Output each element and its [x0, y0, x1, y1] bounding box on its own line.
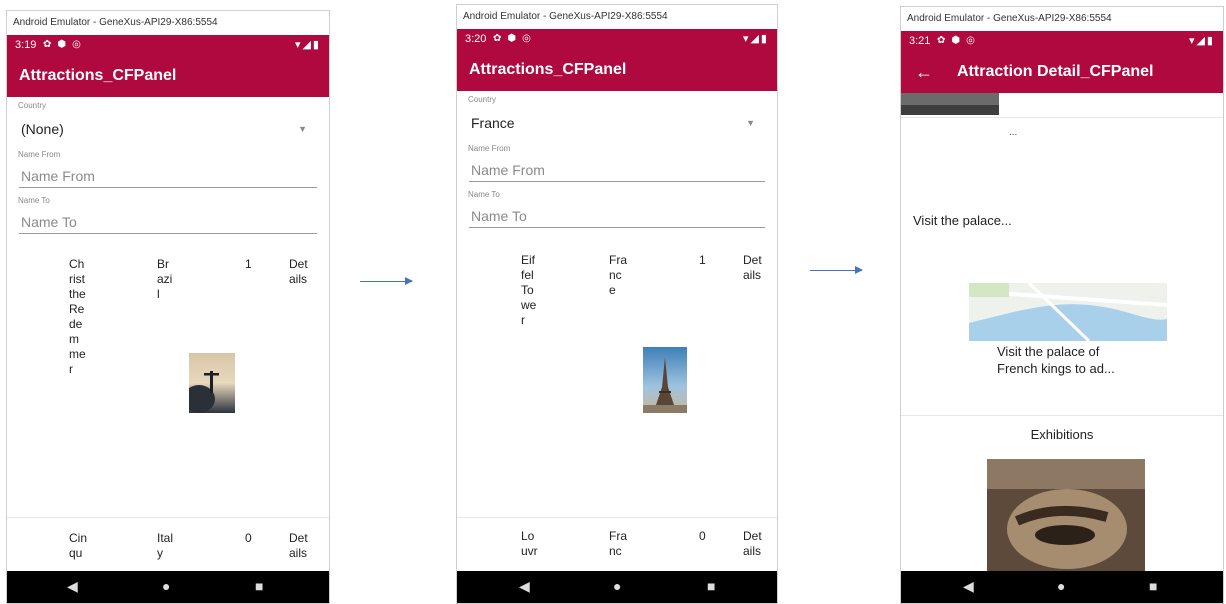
exhibition-photo: [987, 459, 1145, 571]
page-title: Attraction Detail_CFPanel: [957, 63, 1154, 80]
attraction-country: Ital y: [157, 531, 174, 560]
attraction-name: Eif fel To we r: [521, 253, 537, 327]
shield-icon: ⬢: [507, 33, 523, 44]
country-value: France: [471, 115, 515, 131]
home-nav-icon[interactable]: ●: [162, 578, 170, 594]
recents-nav-icon[interactable]: ■: [1149, 578, 1157, 594]
section-divider: [901, 415, 1223, 416]
shield-icon: ⬢: [951, 35, 967, 46]
name-to-label: Name To: [468, 190, 500, 199]
dropdown-caret-icon: ▼: [298, 124, 307, 134]
clock: 3:21: [909, 35, 931, 47]
attraction-name: Lo uvr: [521, 529, 538, 558]
name-from-label: Name From: [468, 144, 511, 153]
clock: 3:20: [465, 33, 487, 45]
status-bar: 3:19 ✿⬢◎ ▾◢▮: [7, 35, 329, 55]
location-map[interactable]: [969, 283, 1167, 341]
details-link[interactable]: Det ails: [743, 253, 762, 283]
section-title: Exhibitions: [1030, 427, 1094, 442]
attraction-name: Ch rist the Re de m me r: [69, 257, 86, 376]
attraction-country: Fra nc: [609, 529, 627, 558]
row-divider: [7, 517, 329, 518]
country-select[interactable]: France ▼: [471, 110, 765, 136]
signal-battery-icons: ▾◢▮: [294, 39, 321, 51]
name-to-input[interactable]: Name To: [469, 201, 765, 228]
page-title: Attractions_CFPanel: [19, 67, 177, 84]
details-link[interactable]: Det ails: [289, 531, 308, 561]
status-bar: 3:20 ✿⬢◎ ▾◢▮: [457, 29, 777, 49]
gear-icon: ✿: [43, 39, 58, 50]
recents-nav-icon[interactable]: ■: [255, 578, 263, 594]
sync-icon: ◎: [522, 33, 537, 44]
gear-icon: ✿: [937, 35, 952, 46]
attraction-count: 0: [699, 529, 706, 543]
sync-icon: ◎: [72, 39, 87, 50]
attraction-photo: [189, 353, 235, 413]
app-bar: Attractions_CFPanel: [7, 55, 329, 97]
status-icons: ✿⬢◎: [43, 35, 87, 55]
attraction-count: 1: [699, 253, 706, 267]
description-short: Visit the palace...: [913, 213, 1012, 228]
name-to-label: Name To: [18, 196, 50, 205]
app-bar: Attractions_CFPanel: [457, 49, 777, 91]
page-title: Attractions_CFPanel: [469, 61, 627, 78]
country-label: Country: [18, 101, 47, 110]
ellipsis-text: ...: [1009, 127, 1018, 138]
status-icons: ✿⬢◎: [937, 31, 981, 51]
attraction-country: Fra nc e: [609, 253, 627, 297]
country-value: (None): [21, 121, 64, 137]
window-title: Android Emulator - GeneXus-API29-X86:555…: [901, 7, 1223, 31]
section-divider: [901, 117, 1223, 118]
home-nav-icon[interactable]: ●: [1057, 578, 1065, 594]
back-nav-icon[interactable]: ◀: [519, 578, 530, 595]
nav-bar: ◀ ● ■: [901, 571, 1223, 603]
details-link[interactable]: Det ails: [289, 257, 308, 287]
app-bar: ← Attraction Detail_CFPanel: [901, 51, 1223, 93]
emulator-window-1: Android Emulator - GeneXus-API29-X86:555…: [6, 10, 330, 604]
status-icons: ✿⬢◎: [493, 29, 537, 49]
attraction-country: Br azi l: [157, 257, 173, 301]
nav-bar: ◀ ● ■: [7, 571, 329, 603]
row-divider: [457, 517, 777, 518]
attraction-photo: [901, 93, 999, 115]
country-label: Country: [468, 95, 497, 104]
dropdown-caret-icon: ▼: [746, 118, 755, 128]
name-from-label: Name From: [18, 150, 61, 159]
window-title: Android Emulator - GeneXus-API29-X86:555…: [7, 11, 329, 35]
back-nav-icon[interactable]: ◀: [963, 578, 974, 595]
signal-battery-icons: ▾◢▮: [1188, 35, 1215, 47]
attraction-count: 1: [245, 257, 252, 271]
map-caption: Visit the palace of French kings to ad..…: [997, 344, 1115, 376]
clock: 3:19: [15, 39, 37, 51]
signal-battery-icons: ▾◢▮: [742, 33, 769, 45]
attraction-name: Cin qu: [69, 531, 88, 560]
sync-icon: ◎: [966, 35, 981, 46]
country-select[interactable]: (None) ▼: [21, 116, 317, 142]
attraction-count: 0: [245, 531, 252, 545]
recents-nav-icon[interactable]: ■: [707, 578, 715, 594]
attraction-photo: [643, 347, 687, 413]
window-title: Android Emulator - GeneXus-API29-X86:555…: [457, 5, 777, 29]
back-nav-icon[interactable]: ◀: [67, 578, 78, 595]
name-to-input[interactable]: Name To: [19, 207, 317, 234]
emulator-window-2: Android Emulator - GeneXus-API29-X86:555…: [456, 4, 778, 604]
nav-bar: ◀ ● ■: [457, 571, 777, 603]
gear-icon: ✿: [493, 33, 508, 44]
home-nav-icon[interactable]: ●: [613, 578, 621, 594]
flow-arrow: [360, 277, 413, 285]
details-link[interactable]: Det ails: [743, 529, 762, 559]
shield-icon: ⬢: [57, 39, 73, 50]
flow-arrow: [810, 266, 863, 274]
emulator-window-3: Android Emulator - GeneXus-API29-X86:555…: [900, 6, 1224, 604]
back-arrow-icon[interactable]: ←: [915, 51, 933, 93]
status-bar: 3:21 ✿⬢◎ ▾◢▮: [901, 31, 1223, 51]
name-from-input[interactable]: Name From: [19, 161, 317, 188]
name-from-input[interactable]: Name From: [469, 155, 765, 182]
